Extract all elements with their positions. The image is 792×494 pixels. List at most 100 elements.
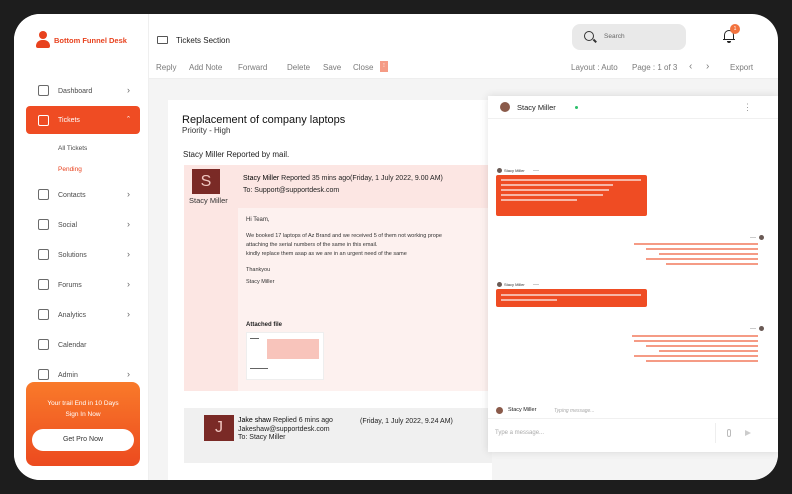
sender-name: Stacy Miller [504, 282, 525, 287]
sidebar-nav: Dashboard › Tickets ˆ All Tickets Pendin… [26, 76, 140, 390]
dashboard-icon [38, 85, 49, 96]
attachment-caption: ▬▬▬ [250, 336, 259, 340]
attachment-thumbnail[interactable]: ▬▬▬ ▬▬▬▬▬▬ [246, 332, 324, 380]
sidebar-subitem-pending[interactable]: Pending [26, 159, 140, 180]
screenshot-frame: Bottom Funnel Desk Dashboard › Tickets ˆ… [0, 0, 792, 494]
body-line: Stacy Miller [246, 279, 275, 285]
sidebar-item-label: Dashboard [58, 87, 93, 95]
page-indicator: Page : 1 of 3 [632, 63, 678, 72]
incoming-message-bubble [496, 175, 647, 216]
chevron-right-icon: › [127, 249, 130, 259]
sidebar-item-social[interactable]: Social › [26, 210, 140, 240]
export-button[interactable]: Export [730, 63, 753, 72]
avatar [496, 407, 503, 414]
author-name: Stacy Miller [189, 196, 228, 205]
close-button[interactable]: Close [353, 63, 373, 72]
chevron-right-icon[interactable]: › [706, 61, 709, 72]
message-recipient: To: Support@supportdesk.com [243, 187, 340, 194]
typing-user-name: Stacy Miller [508, 407, 537, 413]
sidebar-item-label: Forums [58, 281, 82, 289]
chevron-right-icon: › [127, 309, 130, 319]
incoming-message-bubble [496, 289, 647, 307]
app-window: Bottom Funnel Desk Dashboard › Tickets ˆ… [14, 14, 778, 480]
body-line: Hi Team, [246, 217, 270, 223]
more-options-icon[interactable]: ⋮ [743, 102, 752, 113]
forums-icon [38, 279, 49, 290]
send-icon[interactable] [745, 430, 751, 436]
chevron-left-icon[interactable]: ‹ [689, 61, 692, 72]
reply-button[interactable]: Reply [156, 63, 176, 72]
sidebar-item-solutions[interactable]: Solutions › [26, 240, 140, 270]
ticket-section-icon [157, 36, 168, 44]
chat-contact-name: Stacy Miller [517, 103, 556, 112]
ticket-icon [38, 115, 49, 126]
sidebar-item-contacts[interactable]: Contacts › [26, 180, 140, 210]
avatar [759, 235, 764, 240]
chat-divider [488, 118, 778, 119]
search-icon [584, 31, 594, 41]
promo-line-1: Your trail End in 10 Days [47, 400, 119, 407]
trial-promo-card: Your trail End in 10 Days Sign In Now Ge… [26, 382, 140, 466]
save-button[interactable]: Save [323, 63, 341, 72]
forward-button[interactable]: Forward [238, 63, 267, 72]
notification-badge: 1 [730, 24, 740, 34]
sidebar-item-tickets[interactable]: Tickets ˆ [26, 106, 140, 134]
reply-date: (Friday, 1 July 2022, 9.24 AM) [360, 418, 453, 425]
message-timestamp [533, 284, 539, 285]
message-time: Reported 35 mins ago [281, 175, 351, 182]
social-icon [38, 219, 49, 230]
avatar [497, 282, 502, 287]
sender-name: Stacy Miller [504, 168, 525, 173]
delete-button[interactable]: Delete [287, 63, 310, 72]
chevron-right-icon: › [127, 279, 130, 289]
message-body: Hi Team, We booked 17 laptops of Az Bran… [238, 208, 492, 391]
body-line: Thankyou [246, 267, 271, 273]
analytics-icon [38, 309, 49, 320]
online-status-dot [575, 106, 578, 109]
reply-time: Replied 6 mins ago [273, 417, 333, 424]
sidebar-item-calendar[interactable]: Calendar [26, 330, 140, 360]
close-dropdown-icon[interactable]: ⁝ [380, 61, 388, 72]
top-bar: Tickets Section Search 1 [149, 14, 778, 58]
message-timestamp [750, 237, 756, 238]
reply-email: Jakeshaw@supportdesk.com [238, 426, 330, 433]
chevron-right-icon: › [127, 219, 130, 229]
typing-indicator: Typing message... [554, 408, 595, 414]
avatar [759, 326, 764, 331]
headset-agent-icon [36, 31, 50, 49]
attach-icon[interactable] [727, 429, 731, 437]
search-box[interactable]: Search [572, 24, 686, 50]
ticket-message: S Stacy Miller Stacy Miller Reported 35 … [184, 165, 492, 391]
reply-recipient: To: Stacy Miller [238, 434, 286, 441]
body-line: attaching the serial numbers of the same… [246, 242, 378, 248]
add-note-button[interactable]: Add Note [189, 63, 222, 72]
promo-text: Your trail End in 10 Days Sign In Now [26, 398, 140, 420]
page-title: Tickets Section [176, 36, 230, 45]
sidebar-item-label: Admin [58, 371, 78, 379]
attachment-preview [267, 339, 319, 359]
solutions-icon [38, 249, 49, 260]
chat-message-input[interactable]: Type a message... [495, 430, 544, 436]
layout-selector[interactable]: Layout : Auto [571, 63, 618, 72]
ticket-priority: Priority - High [182, 126, 231, 135]
get-pro-button[interactable]: Get Pro Now [32, 429, 134, 451]
avatar [500, 102, 510, 112]
search-input[interactable]: Search [604, 33, 625, 40]
sidebar-item-forums[interactable]: Forums › [26, 270, 140, 300]
sidebar-item-dashboard[interactable]: Dashboard › [26, 76, 140, 106]
sidebar-item-label: Analytics [58, 311, 87, 319]
attached-file-label: Attached file [246, 322, 283, 328]
sidebar-item-label: Calendar [58, 341, 87, 349]
sidebar-item-label: Solutions [58, 251, 87, 259]
contacts-icon [38, 189, 49, 200]
sidebar-subitem-all-tickets[interactable]: All Tickets [26, 138, 140, 159]
body-line: kindly replace them asap as we are in an… [246, 251, 407, 257]
ticket-reply: J Jake shaw Replied 6 mins ago (Friday, … [184, 408, 492, 463]
avatar: J [204, 415, 234, 441]
brand-logo[interactable]: Bottom Funnel Desk [36, 31, 127, 49]
ticket-reported-by: Stacy Miller Reported by mail. [183, 150, 290, 159]
reply-author: Jake shaw [238, 417, 272, 424]
message-author: Stacy Miller [243, 175, 280, 182]
sidebar-item-analytics[interactable]: Analytics › [26, 300, 140, 330]
chat-panel: Stacy Miller ⋮ Stacy Miller Stacy Miller [488, 96, 778, 452]
